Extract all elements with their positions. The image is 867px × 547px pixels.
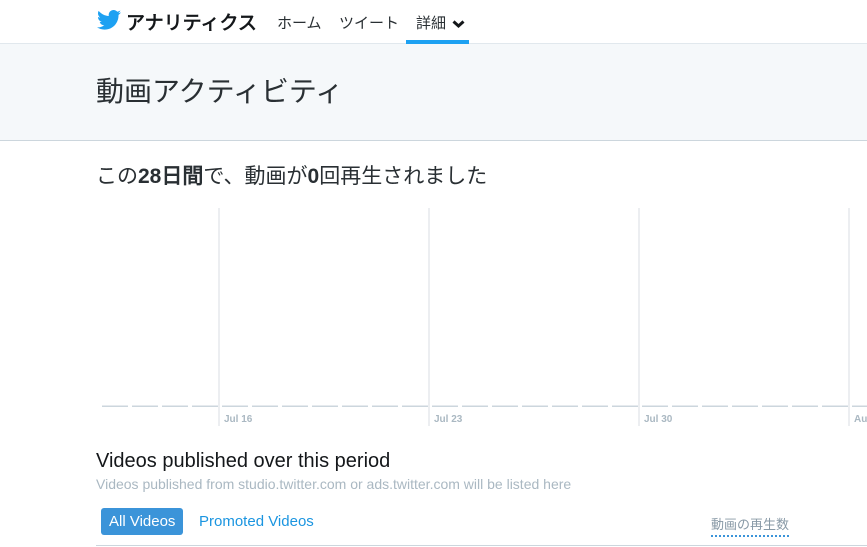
- divider: [96, 545, 867, 546]
- headline-text: 回再生されました: [319, 165, 488, 188]
- column-header-video-views[interactable]: 動画の再生数: [711, 514, 790, 537]
- summary-headline: この28日間で、動画が0回再生されました: [96, 160, 487, 190]
- bar[interactable]: [192, 405, 218, 408]
- bar[interactable]: [132, 405, 158, 408]
- bar[interactable]: [672, 405, 698, 408]
- tab-promoted-videos[interactable]: Promoted Videos: [199, 508, 314, 535]
- bar[interactable]: [222, 405, 248, 408]
- top-nav: アナリティクス ホーム ツイート 詳細: [0, 0, 867, 44]
- bar[interactable]: [342, 405, 368, 408]
- bar[interactable]: [402, 405, 428, 408]
- nav-more-label: 詳細: [416, 15, 447, 32]
- tab-all-videos[interactable]: All Videos: [101, 508, 184, 535]
- headline-text: で、動画が: [203, 165, 308, 188]
- x-tick-label: Aug 6: [854, 414, 867, 425]
- video-views-chart: Jul 16 Jul 23 Jul 30 Aug 6: [102, 208, 867, 426]
- bar[interactable]: [162, 405, 188, 408]
- chevron-down-icon: [452, 20, 465, 29]
- x-tick-label: Jul 30: [644, 414, 673, 425]
- bar[interactable]: [252, 405, 278, 408]
- bar[interactable]: [702, 405, 728, 408]
- bar[interactable]: [642, 405, 668, 408]
- bar[interactable]: [462, 405, 488, 408]
- nav-home[interactable]: ホーム: [277, 12, 322, 33]
- brand-title[interactable]: アナリティクス: [126, 8, 257, 35]
- bar[interactable]: [552, 405, 578, 408]
- bar[interactable]: [522, 405, 548, 408]
- bar[interactable]: [792, 405, 818, 408]
- bar[interactable]: [372, 405, 398, 408]
- bar[interactable]: [822, 405, 848, 408]
- x-tick-label: Jul 23: [434, 414, 463, 425]
- bar[interactable]: [312, 405, 338, 408]
- page-title: 動画アクティビティ: [96, 76, 344, 107]
- x-tick-label: Jul 16: [224, 414, 253, 425]
- headline-days: 28日間: [138, 165, 204, 188]
- bar[interactable]: [282, 405, 308, 408]
- section-subtitle: Videos published from studio.twitter.com…: [96, 476, 572, 492]
- bar[interactable]: [852, 405, 867, 408]
- headline-count: 0: [307, 165, 320, 188]
- bar[interactable]: [762, 405, 788, 408]
- bar[interactable]: [492, 405, 518, 408]
- nav-more[interactable]: 詳細: [416, 12, 465, 33]
- bar[interactable]: [102, 405, 128, 408]
- bar[interactable]: [432, 405, 458, 408]
- headline-text: この: [96, 165, 138, 188]
- twitter-bird-icon[interactable]: [97, 9, 121, 31]
- bar[interactable]: [582, 405, 608, 408]
- nav-tweets[interactable]: ツイート: [339, 12, 399, 33]
- bar[interactable]: [732, 405, 758, 408]
- section-title: Videos published over this period: [96, 450, 391, 472]
- bar[interactable]: [612, 405, 638, 408]
- page-header: 動画アクティビティ: [0, 44, 867, 141]
